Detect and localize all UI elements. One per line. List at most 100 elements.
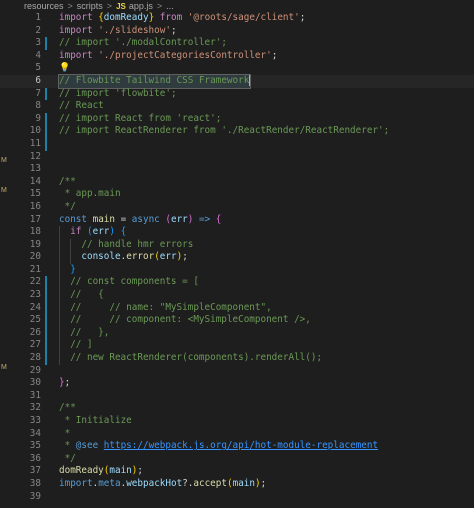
code-content: */ (59, 201, 76, 214)
breadcrumb-item-scripts[interactable]: scripts (77, 1, 103, 11)
code-line[interactable]: 26 // }, (0, 326, 474, 340)
code-line[interactable]: 12 (0, 151, 474, 164)
line-number: 23 (29, 289, 41, 301)
git-change-indicator[interactable] (45, 276, 47, 290)
git-change-indicator[interactable] (45, 326, 47, 340)
code-token: main (232, 477, 255, 489)
git-change-indicator[interactable] (45, 339, 47, 353)
line-number: 32 (29, 402, 41, 414)
code-line[interactable]: 15 * app.main (0, 188, 474, 201)
code-line[interactable]: 9 // import React from 'react'; (0, 112, 474, 126)
code-token: // { (70, 289, 104, 301)
code-line[interactable]: 35 * @see https://webpack.js.org/api/hot… (0, 440, 474, 453)
code-token: // React (59, 100, 104, 112)
git-change-indicator[interactable] (45, 112, 47, 126)
code-line[interactable]: 20 console.error(err); (0, 251, 474, 264)
code-token: '@roots/sage/client' (187, 12, 300, 23)
code-token: ; (182, 251, 188, 263)
code-token: // import ReactRenderer from './ReactRen… (59, 125, 390, 137)
code-token: ; (260, 477, 267, 489)
code-line[interactable]: 21} (0, 263, 474, 277)
code-token: accept (193, 477, 227, 489)
code-token: { (120, 226, 127, 238)
code-token: * (59, 427, 71, 439)
code-line[interactable]: 17 const main = async (err) => { (0, 214, 474, 227)
code-line[interactable]: 22 // const components = [ (0, 276, 474, 290)
code-line[interactable]: 18 if (err) { (0, 226, 474, 239)
code-line[interactable]: 8 // React (0, 100, 474, 113)
code-content: // // component: <MySimpleComponent />, (70, 314, 311, 327)
indent-guide (59, 352, 60, 365)
code-line[interactable]: 6 // Flowbite Tailwind CSS Framework (0, 74, 474, 89)
git-change-indicator[interactable] (45, 352, 47, 365)
code-line[interactable]: 13 (0, 163, 474, 176)
code-token: import (59, 477, 93, 489)
code-line[interactable]: 32 /** (0, 402, 474, 415)
code-line[interactable]: 7 // import 'flowbite'; (0, 87, 474, 101)
breadcrumb-item-file[interactable]: JS app.js (116, 1, 153, 11)
line-number: 35 (29, 440, 41, 452)
line-number: 20 (29, 251, 41, 263)
code-token: /** (59, 175, 76, 187)
code-token: err (92, 226, 110, 238)
line-number: 30 (29, 377, 41, 389)
code-line[interactable]: 2 import './slideshow'; (0, 25, 474, 38)
git-change-indicator[interactable] (45, 137, 47, 151)
line-number: 4 (35, 49, 41, 61)
code-line[interactable]: 27 // ] (0, 339, 474, 353)
code-editor[interactable]: 1 import {domReady} from '@roots/sage/cli… (0, 12, 474, 503)
code-line[interactable]: 24 // // name: "MySimpleComponent", (0, 301, 474, 315)
code-line[interactable]: 1 import {domReady} from '@roots/sage/cli… (0, 12, 474, 25)
text-cursor (249, 74, 251, 86)
code-line[interactable]: 31 (0, 390, 474, 403)
line-number: 9 (35, 112, 41, 124)
code-content: * Initialize (59, 415, 132, 428)
code-token: * (59, 440, 76, 452)
breadcrumb-item-resources[interactable]: resources (24, 1, 64, 11)
code-line[interactable]: 30}; (0, 377, 474, 390)
breadcrumb-item-symbols[interactable]: ... (166, 1, 174, 11)
git-change-indicator[interactable] (45, 37, 47, 50)
git-change-indicator[interactable] (45, 289, 47, 302)
code-line[interactable]: 33 * Initialize (0, 415, 474, 428)
code-line[interactable]: 4 import './projectCategoriesController'; (0, 50, 474, 63)
code-line[interactable]: 16 */ (0, 201, 474, 214)
indent-guide (59, 289, 60, 302)
code-token: * Initialize (59, 415, 132, 426)
code-token: // import 'flowbite'; (59, 87, 177, 99)
indent-guide (59, 339, 60, 353)
code-token: // // component: <MySimpleComponent />, (70, 314, 311, 326)
code-line[interactable]: 11 (0, 137, 474, 151)
code-line[interactable]: 37 domReady(main); (0, 465, 474, 478)
code-line[interactable]: 25 // // component: <MySimpleComponent />… (0, 314, 474, 327)
code-line[interactable]: 14 /** (0, 176, 474, 189)
code-line[interactable]: 23 // { (0, 289, 474, 302)
code-token: if (70, 226, 87, 238)
code-content: import './projectCategoriesController'; (59, 50, 277, 63)
code-line[interactable]: 29 (0, 365, 474, 378)
code-line[interactable]: 10 // import ReactRenderer from './ReactR… (0, 125, 474, 138)
code-line[interactable]: 34 * (0, 428, 474, 441)
breadcrumb-label: scripts (76, 1, 103, 11)
git-change-indicator[interactable] (45, 87, 47, 101)
doc-link[interactable]: https://webpack.js.org/api/hot-module-re… (104, 440, 378, 451)
code-content: // ] (70, 339, 92, 352)
code-content: }; (59, 377, 70, 390)
code-line[interactable]: 39 (0, 491, 474, 504)
code-line[interactable]: 3 // import './modalController'; (0, 37, 474, 50)
lightbulb-icon[interactable]: 💡 (59, 63, 70, 73)
git-change-indicator[interactable] (45, 125, 47, 138)
code-line[interactable]: 5 💡 (0, 62, 474, 75)
code-line[interactable]: 36 */ (0, 453, 474, 466)
code-content: // }, (70, 327, 109, 340)
git-change-indicator[interactable] (45, 314, 47, 327)
code-line[interactable]: 19 // handle hmr errors (0, 238, 474, 252)
code-content: /** (59, 176, 76, 189)
git-change-indicator[interactable] (45, 301, 47, 315)
code-line[interactable]: 38 import.meta.webpackHot?.accept(main); (0, 478, 474, 491)
code-token: // new ReactRenderer(components).renderA… (70, 352, 323, 364)
code-token: ?. (182, 477, 194, 489)
code-content: /** (59, 402, 76, 415)
code-line[interactable]: 28 // new ReactRenderer(components).rende… (0, 352, 474, 365)
code-token: // // name: "MySimpleComponent", (70, 301, 272, 313)
